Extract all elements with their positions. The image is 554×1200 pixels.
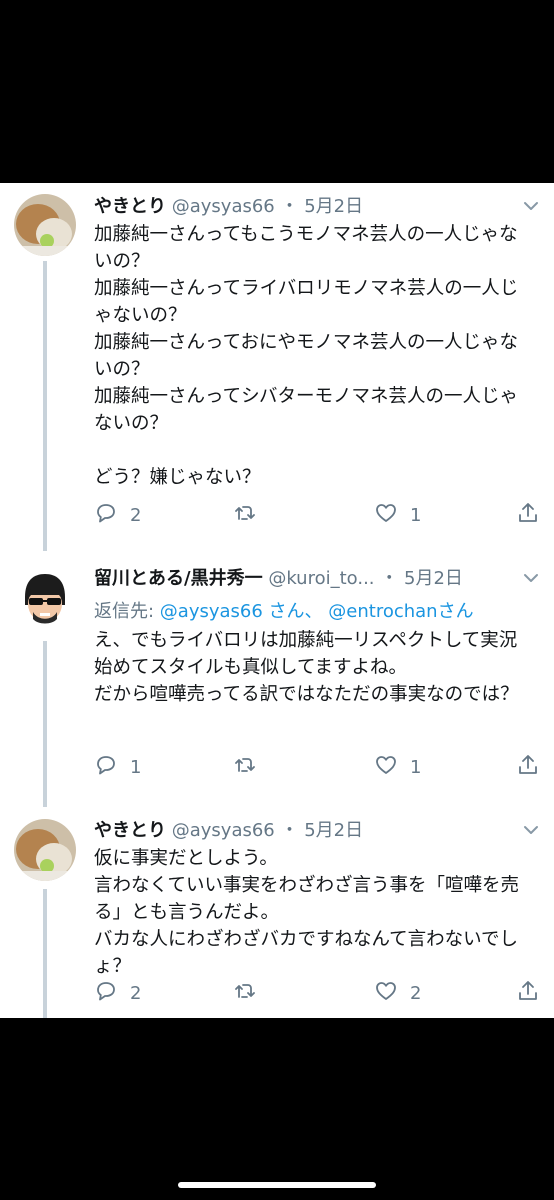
chevron-down-icon[interactable] — [522, 569, 540, 587]
share-button[interactable] — [516, 753, 540, 781]
author-handle[interactable]: @aysyas66 — [172, 820, 275, 841]
thread-line — [43, 889, 47, 1018]
like-button[interactable]: 1 — [374, 753, 421, 781]
author-handle[interactable]: @aysyas66 — [172, 196, 275, 217]
thread-line — [43, 641, 47, 807]
like-count: 2 — [410, 982, 422, 1004]
heart-icon — [374, 501, 398, 529]
reply-button[interactable]: 2 — [94, 979, 141, 1007]
separator-dot: ・ — [280, 196, 299, 217]
like-count: 1 — [410, 756, 422, 778]
share-icon — [516, 979, 540, 1007]
share-button[interactable] — [516, 501, 540, 529]
author-name[interactable]: やきとり — [94, 820, 166, 841]
reply-count: 2 — [130, 982, 142, 1004]
retweet-button[interactable] — [233, 501, 269, 529]
reply-button[interactable]: 2 — [94, 501, 141, 529]
thread-line — [43, 261, 47, 551]
like-button[interactable]: 1 — [374, 501, 421, 529]
retweet-icon — [233, 501, 257, 529]
tweet-text: 加藤純一さんってもこうモノマネ芸人の一人じゃないの？ 加藤純一さんってライバロリ… — [94, 224, 519, 488]
reply-icon — [94, 979, 118, 1007]
replying-to: 返信先: @aysyas66 さん、 @entrochanさん — [94, 597, 474, 623]
replying-to-label: 返信先: — [94, 601, 160, 622]
chevron-down-icon[interactable] — [522, 821, 540, 839]
tweet-header: やきとり @aysyas66 ・ 5月2日 — [94, 818, 363, 844]
retweet-icon — [233, 979, 257, 1007]
author-name[interactable]: 留川とある/黒井秀一 — [94, 568, 263, 589]
tweet-text: 仮に事実だとしよう。 言わなくていい事実をわざわざ言う事を「喧嘩を売る」とも言う… — [94, 848, 519, 977]
retweet-button[interactable] — [233, 979, 269, 1007]
tweet-thread: やきとり @aysyas66 ・ 5月2日 加藤純一さんってもこうモノマネ芸人の… — [0, 183, 554, 1018]
share-icon — [516, 501, 540, 529]
reply-count: 2 — [130, 504, 142, 526]
heart-icon — [374, 979, 398, 1007]
tweet-date[interactable]: 5月2日 — [404, 568, 463, 589]
tweet[interactable]: やきとり @aysyas66 ・ 5月2日 仮に事実だとしよう。 言わなくていい… — [0, 807, 554, 1018]
chevron-down-icon[interactable] — [522, 197, 540, 215]
avatar[interactable] — [14, 567, 76, 629]
reply-count: 1 — [130, 756, 142, 778]
mention-link[interactable]: @aysyas66 さん、 — [160, 601, 323, 622]
tweet-text: え、でもライバロリは加藤純一リスペクトして実況始めてスタイルも真似してますよね。… — [94, 630, 519, 705]
retweet-button[interactable] — [233, 753, 269, 781]
tweet-date[interactable]: 5月2日 — [304, 820, 363, 841]
tweet-date[interactable]: 5月2日 — [304, 196, 363, 217]
author-name[interactable]: やきとり — [94, 196, 166, 217]
retweet-icon — [233, 753, 257, 781]
share-button[interactable] — [516, 979, 540, 1007]
heart-icon — [374, 753, 398, 781]
tweet[interactable]: やきとり @aysyas66 ・ 5月2日 加藤純一さんってもこうモノマネ芸人の… — [0, 183, 554, 551]
avatar[interactable] — [14, 819, 76, 881]
avatar[interactable] — [14, 194, 76, 256]
separator-dot: ・ — [380, 568, 399, 589]
reply-icon — [94, 501, 118, 529]
reply-icon — [94, 753, 118, 781]
share-icon — [516, 753, 540, 781]
separator-dot: ・ — [280, 820, 299, 841]
like-button[interactable]: 2 — [374, 979, 421, 1007]
tweet-header: やきとり @aysyas66 ・ 5月2日 — [94, 194, 363, 220]
mention-link[interactable]: @entrochan — [328, 601, 437, 622]
tweet[interactable]: 留川とある/黒井秀一 @kuroi_to... ・ 5月2日 返信先: @ays… — [0, 555, 554, 807]
author-handle[interactable]: @kuroi_to... — [268, 568, 374, 589]
like-count: 1 — [410, 504, 422, 526]
reply-button[interactable]: 1 — [94, 753, 141, 781]
home-indicator[interactable] — [178, 1182, 376, 1188]
replying-to-suffix: さん — [437, 601, 474, 622]
tweet-header: 留川とある/黒井秀一 @kuroi_to... ・ 5月2日 — [94, 566, 463, 592]
